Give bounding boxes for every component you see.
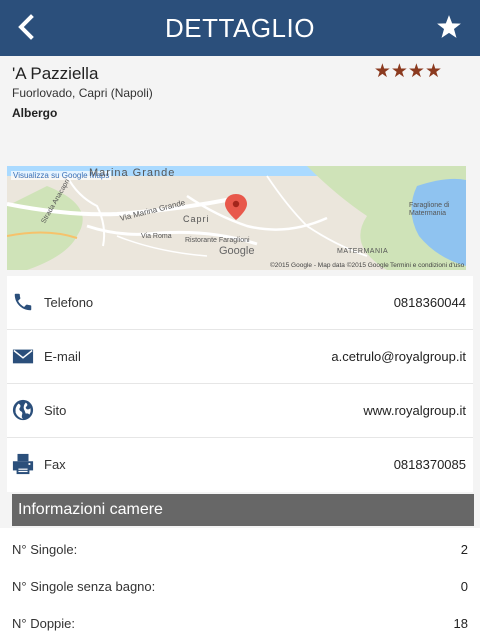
room-info-value: 18: [453, 616, 468, 631]
list-item: N° Singole: 2: [0, 528, 480, 565]
contact-label: Telefono: [44, 295, 94, 310]
room-info-label: N° Singole senza bagno:: [12, 579, 156, 594]
map-label-matermania: MATERMANIA: [337, 248, 389, 255]
map-terms-link[interactable]: Termini e condizioni d'uso: [390, 262, 464, 269]
room-info-label: N° Singole:: [12, 542, 78, 557]
map-copyright: ©2015 Google - Map data ©2015 Google: [270, 262, 389, 269]
room-info-label: N° Doppie:: [12, 616, 76, 631]
list-item: N° Singole senza bagno: 0: [0, 565, 480, 602]
contact-row-phone[interactable]: Telefono 0818360044: [7, 276, 473, 330]
map-label-via-roma: Via Roma: [141, 233, 172, 240]
contact-value[interactable]: 0818360044: [394, 295, 466, 310]
mail-icon: [12, 349, 34, 364]
contact-row-fax[interactable]: Fax 0818370085: [7, 438, 473, 492]
globe-icon: [12, 399, 34, 421]
map-label-faraglione: Faraglione di Matermania: [409, 202, 450, 217]
phone-icon: [14, 293, 32, 311]
star-icon[interactable]: [436, 14, 462, 40]
hotel-rating-stars: ★★★★: [373, 61, 442, 82]
page-title: DETTAGLIO: [165, 13, 315, 43]
map-label-marina-grande: Marina Grande: [89, 167, 176, 179]
contacts-list: Telefono 0818360044 E-mail a.cetrulo@roy…: [7, 276, 473, 492]
hotel-type: Albergo: [12, 106, 58, 120]
rooms-info-list: N° Singole: 2 N° Singole senza bagno: 0 …: [0, 528, 480, 640]
hotel-info: 'A Pazziella Fuorlovado, Capri (Napoli) …: [12, 61, 468, 120]
hotel-address: Fuorlovado, Capri (Napoli): [12, 86, 153, 100]
map-label-ristorante: Ristorante Faraglioni: [185, 237, 250, 244]
list-item: N° Doppie: 18: [0, 602, 480, 639]
map-label-capri: Capri: [183, 214, 210, 224]
location-map[interactable]: Visualizza su Google Maps Marina Grande …: [7, 166, 466, 270]
app-header: DETTAGLIO: [0, 0, 480, 56]
contact-label: Fax: [44, 457, 66, 472]
contact-value[interactable]: 0818370085: [394, 457, 466, 472]
google-logo: Google: [219, 245, 255, 257]
rooms-section-header: Informazioni camere: [12, 494, 474, 526]
contact-row-website[interactable]: Sito www.royalgroup.it: [7, 384, 473, 438]
contact-row-email[interactable]: E-mail a.cetrulo@royalgroup.it: [7, 330, 473, 384]
contact-value[interactable]: a.cetrulo@royalgroup.it: [331, 349, 466, 364]
contact-label: E-mail: [44, 349, 81, 364]
room-info-value: 2: [460, 542, 468, 557]
fax-icon: [12, 453, 34, 475]
contact-value[interactable]: www.royalgroup.it: [363, 403, 466, 418]
contact-label: Sito: [44, 403, 67, 418]
room-info-value: 0: [460, 579, 468, 594]
